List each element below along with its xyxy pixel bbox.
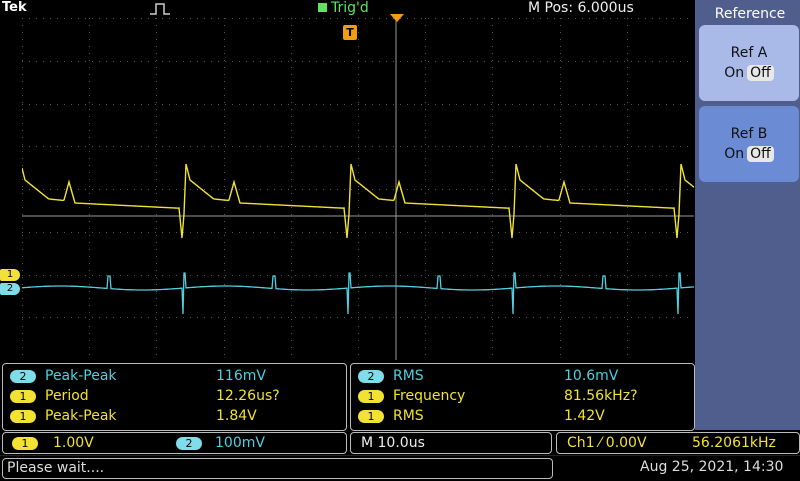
measurements-right-panel: 2 RMS 10.6mV 1 Frequency 81.56kHz? 1 RMS 1.42V — [350, 363, 695, 431]
measurement-row: 1 Frequency 81.56kHz? — [351, 387, 691, 406]
vertical-scale-readout[interactable]: 1 1.00V 2 100mV — [2, 432, 347, 454]
measurement-row: 2 Peak-Peak 116mV — [3, 367, 343, 386]
measurement-row: 2 RMS 10.6mV — [351, 367, 691, 386]
waveform-svg — [21, 18, 695, 361]
timebase-readout[interactable]: M 10.0us — [350, 432, 552, 454]
graticule — [22, 18, 695, 361]
trigger-position-icon — [390, 14, 404, 22]
ch2-badge: 2 — [176, 437, 202, 450]
measurement-name: RMS — [393, 368, 424, 384]
trigger-type-pulse-icon — [150, 3, 170, 15]
side-menu-title: Reference — [714, 6, 786, 22]
measurement-value: 81.56kHz? — [564, 388, 638, 404]
measurement-channel-badge: 1 — [358, 390, 384, 403]
ch2-waveform — [21, 272, 695, 315]
measurement-value: 116mV — [216, 368, 266, 384]
measurement-name: Frequency — [393, 388, 466, 404]
status-bar: Please wait.... Aug 25, 2021, 14:30 — [0, 455, 800, 481]
trigger-status-icon — [318, 3, 327, 12]
measurement-row: 1 RMS 1.42V — [351, 407, 691, 426]
measurement-value: 10.6mV — [564, 368, 619, 384]
measurement-value: 1.84V — [216, 408, 257, 424]
waveform-display[interactable] — [21, 18, 695, 361]
measurement-channel-badge: 1 — [10, 390, 36, 403]
measurements-left-panel: 2 Peak-Peak 116mV 1 Period 12.26us? 1 Peak-Peak… — [2, 363, 347, 431]
brand-logo: Tek — [2, 0, 27, 15]
trigger-frequency: 56.2061kHz — [692, 435, 776, 451]
ch1-scale: 1.00V — [53, 435, 94, 451]
trigger-level-marker: T — [343, 25, 357, 40]
ref-a-button[interactable]: Ref A On Off — [699, 25, 799, 101]
measurement-name: RMS — [393, 408, 424, 424]
measurement-row: 1 Period 12.26us? — [3, 387, 343, 406]
ch1-badge: 1 — [12, 437, 38, 450]
ref-b-button[interactable]: Ref B On Off — [699, 106, 799, 182]
measurement-name: Peak-Peak — [45, 408, 117, 424]
measurement-channel-badge: 1 — [10, 410, 36, 423]
measurement-row: 1 Peak-Peak 1.84V — [3, 407, 343, 426]
top-status-bar: Tek Trig'd M Pos: 6.000us — [0, 0, 695, 18]
trigger-readout[interactable]: Ch1 ⁄ 0.00V 56.2061kHz — [556, 432, 800, 454]
horizontal-position: M Pos: 6.000us — [528, 0, 634, 16]
trigger-setting: Ch1 ⁄ 0.00V — [567, 435, 647, 451]
measurement-channel-badge: 2 — [358, 370, 384, 383]
ch1-ground-marker[interactable]: 1 — [0, 269, 20, 281]
status-message: Please wait.... — [2, 458, 553, 479]
measurement-name: Peak-Peak — [45, 368, 117, 384]
ch2-ground-marker[interactable]: 2 — [0, 283, 20, 295]
status-datetime: Aug 25, 2021, 14:30 — [640, 459, 784, 475]
measurement-name: Period — [45, 388, 89, 404]
measurement-value: 1.42V — [564, 408, 605, 424]
measurement-value: 12.26us? — [216, 388, 280, 404]
measurement-channel-badge: 1 — [358, 410, 384, 423]
ch2-scale: 100mV — [215, 435, 265, 451]
trigger-status: Trig'd — [318, 0, 369, 16]
measurement-channel-badge: 2 — [10, 370, 36, 383]
